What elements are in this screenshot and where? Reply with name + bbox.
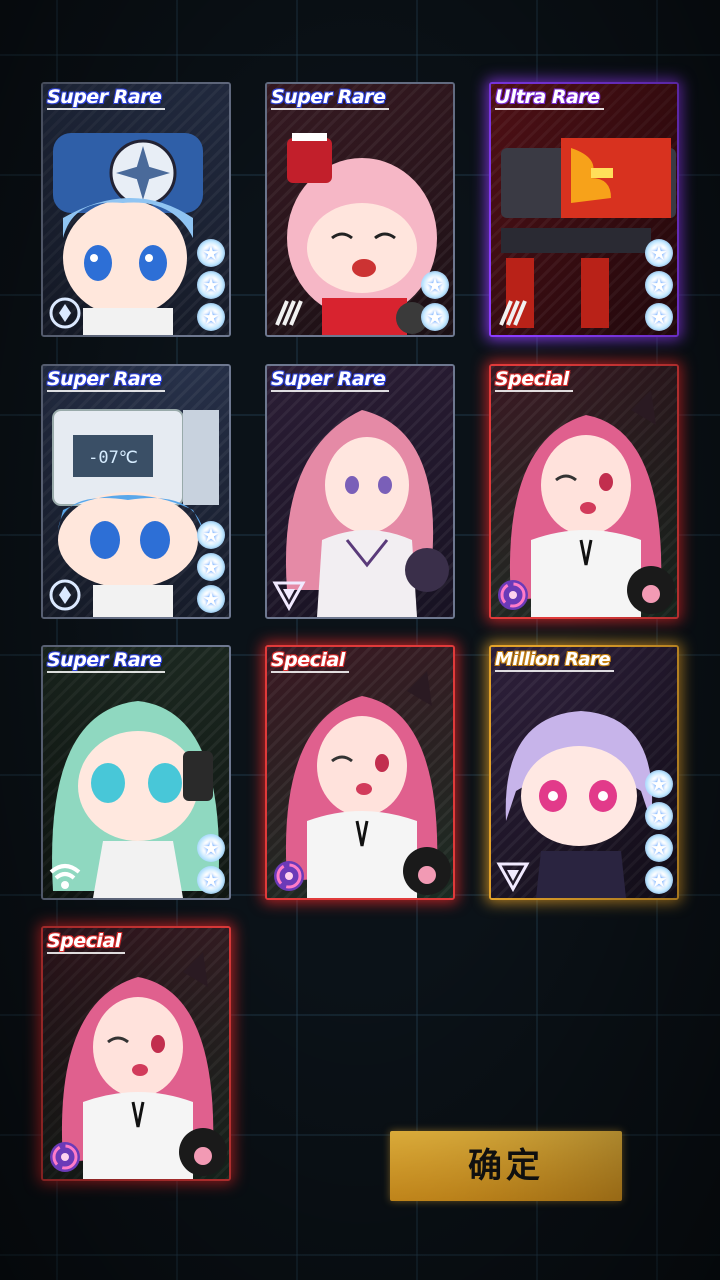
star-rating [645, 239, 673, 331]
swirl-orb-icon [495, 577, 531, 613]
rarity-label: Special [47, 930, 125, 954]
star-icon [197, 303, 225, 331]
star-rating [197, 834, 225, 894]
star-icon [645, 770, 673, 798]
result-card[interactable]: Million Rare [489, 645, 679, 900]
result-card[interactable]: Super Rare [41, 82, 231, 337]
result-card[interactable]: Special [489, 364, 679, 619]
star-icon [645, 239, 673, 267]
confirm-button-label: 确定 [468, 1146, 544, 1186]
slash-claw-icon [271, 295, 307, 331]
star-rating [645, 770, 673, 894]
shield-diamond-icon [47, 577, 83, 613]
result-card[interactable]: Super Rare [265, 82, 455, 337]
star-rating [197, 521, 225, 613]
swirl-orb-icon [47, 1139, 83, 1175]
freezer-readout: -07℃ [88, 448, 138, 468]
result-card[interactable]: Super Rare -07℃ [41, 364, 231, 619]
result-card[interactable]: Special [265, 645, 455, 900]
star-icon [421, 303, 449, 331]
star-icon [197, 585, 225, 613]
rarity-label: Special [271, 649, 349, 673]
star-icon [197, 521, 225, 549]
swirl-orb-icon [271, 858, 307, 894]
rarity-label: Super Rare [271, 368, 390, 392]
star-icon [197, 553, 225, 581]
rarity-label: Million Rare [495, 649, 615, 672]
rarity-label: Super Rare [47, 86, 166, 110]
star-icon [645, 802, 673, 830]
confirm-button[interactable]: 确定 [390, 1131, 622, 1201]
slash-claw-icon [495, 295, 531, 331]
star-icon [197, 271, 225, 299]
result-card[interactable]: Super Rare [41, 645, 231, 900]
star-icon [645, 271, 673, 299]
star-icon [421, 271, 449, 299]
result-card[interactable]: Ultra Rare [489, 82, 679, 337]
rarity-label: Super Rare [47, 368, 166, 392]
result-card[interactable]: Super Rare [265, 364, 455, 619]
rarity-label: Special [495, 368, 573, 392]
inverted-triangle-icon [495, 858, 531, 894]
rarity-label: Ultra Rare [495, 86, 604, 110]
wifi-signal-icon [47, 858, 83, 894]
star-icon [645, 834, 673, 862]
inverted-triangle-icon [271, 577, 307, 613]
star-rating [197, 239, 225, 331]
star-rating [421, 271, 449, 331]
star-icon [197, 866, 225, 894]
star-icon [645, 866, 673, 894]
rarity-label: Super Rare [271, 86, 390, 110]
result-card[interactable]: Special [41, 926, 231, 1181]
rarity-label: Super Rare [47, 649, 166, 673]
shield-diamond-icon [47, 295, 83, 331]
star-icon [197, 834, 225, 862]
star-icon [197, 239, 225, 267]
star-icon [645, 303, 673, 331]
